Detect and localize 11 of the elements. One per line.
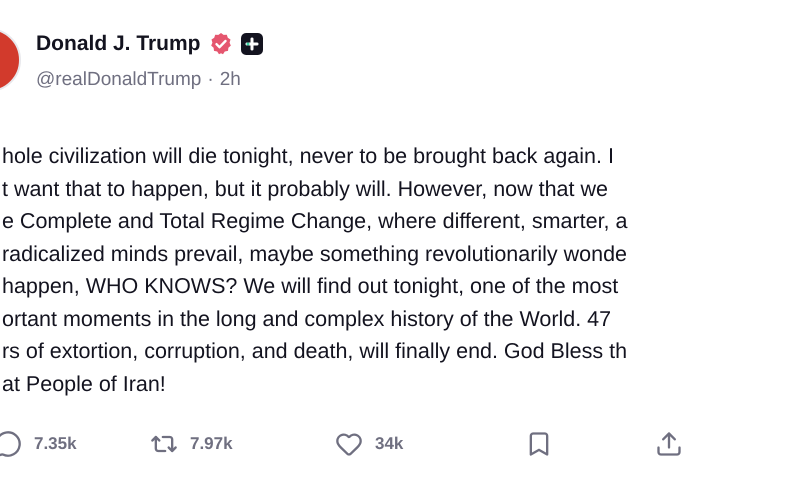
action-count: 7.97k [190,433,233,456]
comment-icon[interactable] [0,430,22,458]
user-handle[interactable]: @realDonaldTrump [36,66,202,94]
plus-badge-icon [240,32,263,55]
action-count: 7.35k [34,433,77,456]
action-count: 34k [375,433,404,456]
display-name[interactable]: Donald J. Trump [36,28,201,60]
post-time: 2h [220,68,241,92]
post-text: hole civilization will die tonight, never to be brought back again. I t want that to happen, but it probably will. However, now that we e Complete and Total Regime Change, where different, smarter, a radicalized minds prevail, maybe something revolutionarily wonde happen, WHO KNOWS? We will find out tonight, one of the most ortant moments in the long and complex history of the World. 47 rs of extortion, corruption, and death, will finally end. God Bless th at People of Iran! [1,143,628,398]
share-icon[interactable] [655,430,683,458]
separator-dot: · [207,68,214,92]
